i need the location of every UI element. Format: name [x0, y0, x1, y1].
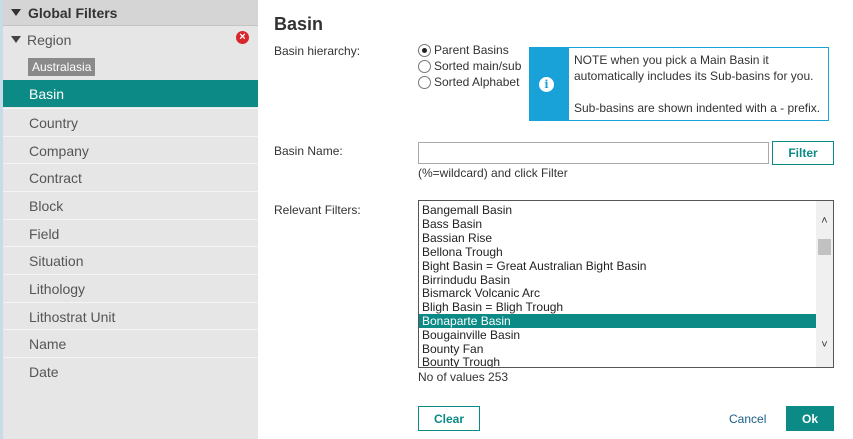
sidebar-item-label: Situation: [29, 253, 84, 269]
sidebar-item-country[interactable]: Country: [3, 108, 258, 135]
cancel-link[interactable]: Cancel: [729, 412, 766, 426]
basin-hierarchy-label: Basin hierarchy:: [274, 44, 361, 58]
global-filters-title: Global Filters: [28, 5, 118, 21]
list-item[interactable]: Bligh Basin = Bligh Trough: [419, 300, 816, 314]
value-count: No of values 253: [418, 370, 509, 384]
collapse-triangle-icon: [11, 36, 21, 43]
sidebar-item-name[interactable]: Name: [3, 329, 258, 356]
sidebar-item-region[interactable]: Region ×: [3, 26, 258, 53]
filter-button[interactable]: Filter: [772, 141, 834, 165]
radio-button[interactable]: [418, 60, 431, 73]
global-filters-header[interactable]: Global Filters: [3, 0, 258, 26]
list-item[interactable]: Bismarck Volcanic Arc: [419, 286, 816, 300]
remove-filter-icon[interactable]: ×: [236, 31, 249, 44]
list-item[interactable]: Bellona Trough: [419, 245, 816, 259]
sidebar-item-label: Lithostrat Unit: [29, 309, 116, 325]
sidebar-item-company[interactable]: Company: [3, 136, 258, 163]
list-item[interactable]: Bass Basin: [419, 217, 816, 231]
global-filters-sidebar: Global Filters Region × Australasia Basi…: [0, 0, 258, 439]
radio-label: Parent Basins: [434, 43, 509, 57]
list-item[interactable]: Bangemall Basin: [419, 203, 816, 217]
note-bar: i: [530, 48, 569, 120]
list-item[interactable]: Bounty Fan: [419, 342, 816, 356]
radio-button[interactable]: [418, 44, 431, 57]
scrollbar-thumb[interactable]: [818, 239, 831, 255]
info-icon: i: [539, 77, 554, 92]
sidebar-item-label: Region: [27, 32, 72, 48]
sidebar-item-label: Basin: [29, 86, 65, 102]
info-note: i NOTE when you pick a Main Basin it aut…: [529, 47, 829, 121]
sidebar-item-label: Lithology: [29, 281, 86, 297]
sidebar-item-basin[interactable]: Basin: [3, 80, 258, 107]
basin-name-input[interactable]: [418, 142, 769, 164]
list-item[interactable]: Bight Basin = Great Australian Bight Bas…: [419, 259, 816, 273]
note-text: NOTE when you pick a Main Basin it autom…: [574, 52, 826, 116]
listbox-scrollbar[interactable]: ˄ ˅: [816, 201, 833, 367]
note-line-1: NOTE when you pick a Main Basin it autom…: [574, 53, 814, 83]
sidebar-item-label: Date: [29, 364, 59, 380]
note-line-2: Sub-basins are shown indented with a - p…: [574, 101, 821, 115]
sidebar-item-situation[interactable]: Situation: [3, 246, 258, 273]
sidebar-item-label: Contract: [29, 170, 82, 186]
relevant-filters-label: Relevant Filters:: [274, 203, 361, 217]
sidebar-item-label: Name: [29, 336, 67, 352]
sidebar-item-lithostrat-unit[interactable]: Lithostrat Unit: [3, 302, 258, 329]
sidebar-item-label: Country: [29, 115, 79, 131]
radio-button[interactable]: [418, 76, 431, 89]
page-title: Basin: [274, 14, 324, 34]
chevron-up-icon[interactable]: ˄: [816, 213, 833, 230]
list-item[interactable]: Bougainville Basin: [419, 328, 816, 342]
list-item[interactable]: Bounty Trough: [419, 355, 816, 367]
region-tag-australasia[interactable]: Australasia: [28, 58, 96, 76]
sidebar-item-field[interactable]: Field: [3, 219, 258, 246]
relevant-filters-listbox[interactable]: Bangemall Basin Bass Basin Bassian Rise …: [418, 200, 834, 368]
list-item[interactable]: Bassian Rise: [419, 231, 816, 245]
clear-button[interactable]: Clear: [418, 406, 480, 431]
collapse-triangle-icon: [11, 9, 21, 16]
sidebar-item-contract[interactable]: Contract: [3, 163, 258, 190]
sidebar-item-date[interactable]: Date: [3, 357, 258, 384]
radio-label: Sorted Alphabet: [434, 75, 520, 89]
radio-label: Sorted main/sub: [434, 59, 522, 73]
sidebar-item-label: Block: [29, 198, 64, 214]
list-item[interactable]: Birrindudu Basin: [419, 273, 816, 287]
wildcard-hint: (%=wildcard) and click Filter: [418, 166, 568, 180]
ok-button[interactable]: Ok: [786, 406, 834, 431]
sidebar-item-label: Company: [29, 143, 89, 159]
basin-name-label: Basin Name:: [274, 144, 343, 158]
list-item-selected[interactable]: Bonaparte Basin: [419, 314, 816, 328]
chevron-down-icon[interactable]: ˅: [816, 337, 833, 354]
sidebar-item-lithology[interactable]: Lithology: [3, 274, 258, 301]
sidebar-item-label: Field: [29, 226, 60, 242]
sidebar-item-block[interactable]: Block: [3, 191, 258, 218]
